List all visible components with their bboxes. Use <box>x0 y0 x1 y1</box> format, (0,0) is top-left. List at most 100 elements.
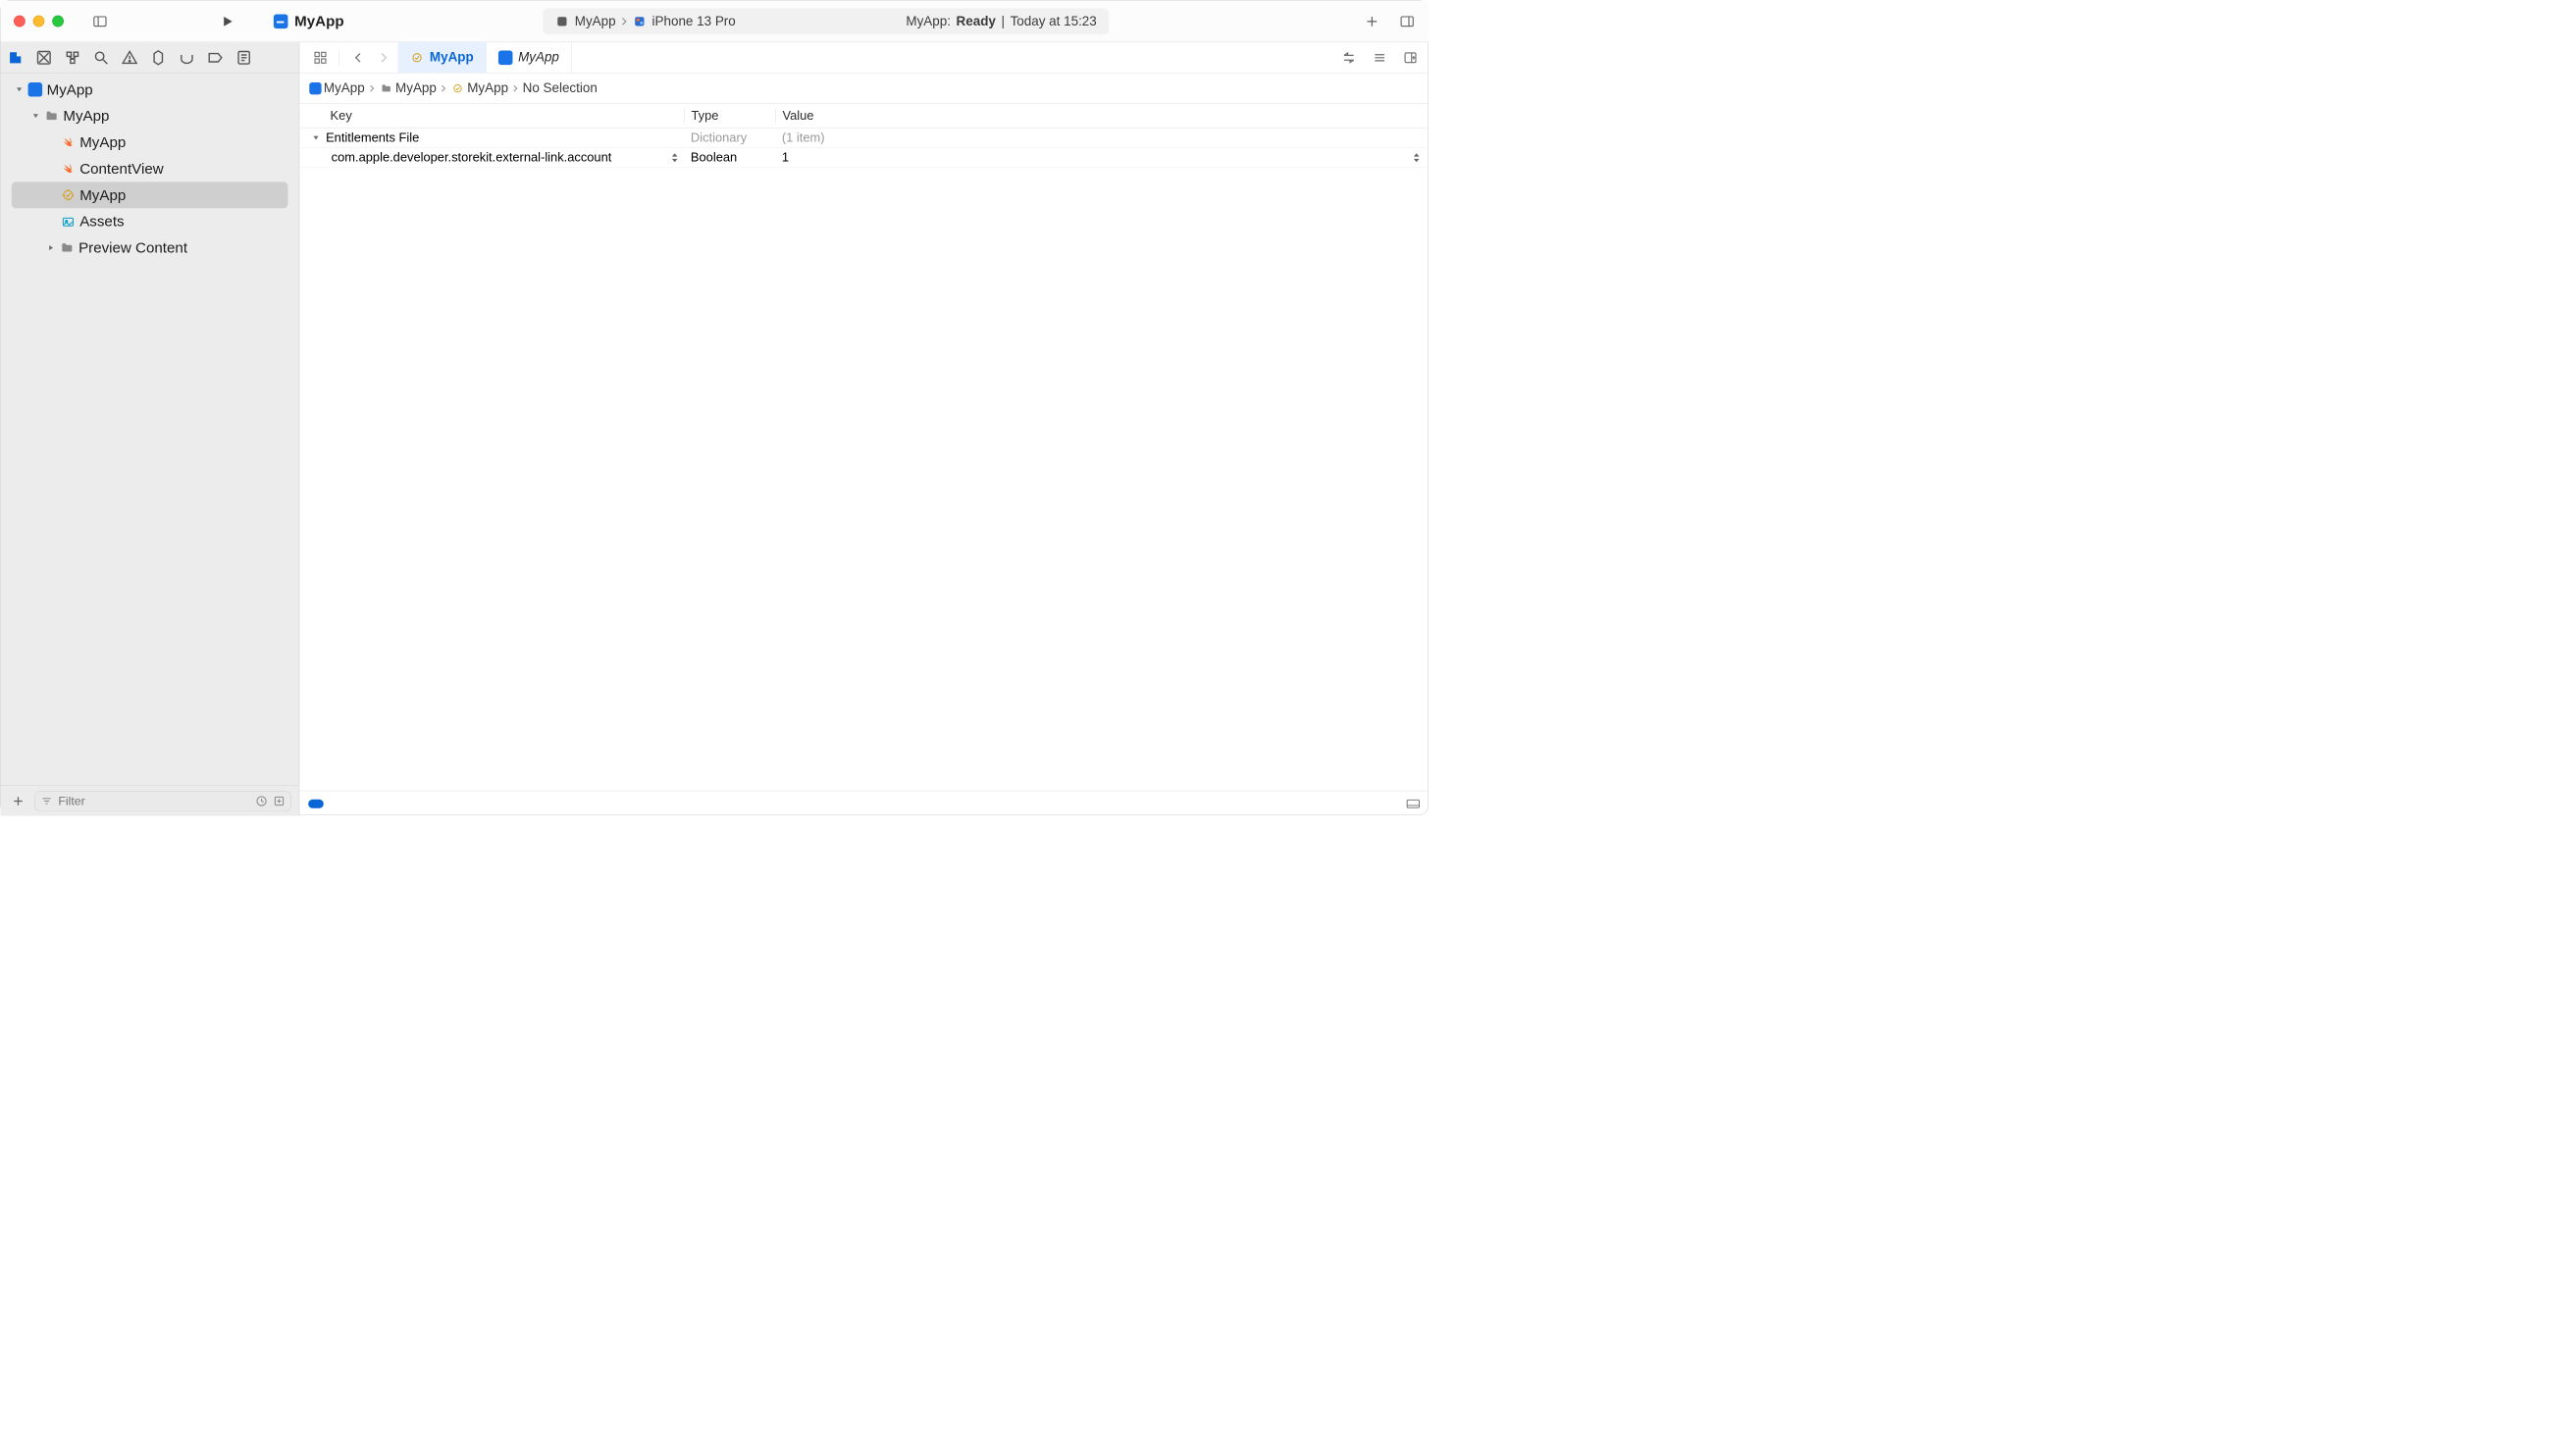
tree-folder-preview[interactable]: Preview Content <box>1 234 299 261</box>
plist-value: (1 item) <box>782 130 825 145</box>
navigator-bottom-bar <box>1 785 299 815</box>
status-sep: | <box>1001 14 1004 29</box>
nav-back-icon[interactable] <box>348 47 368 67</box>
disclosure-down-icon[interactable] <box>309 131 322 144</box>
tree-item-label: MyApp <box>79 133 126 150</box>
scheme-app-name: MyApp <box>575 14 616 29</box>
folder-icon <box>379 81 393 96</box>
window-minimize[interactable] <box>33 16 45 27</box>
swift-file-icon <box>61 135 76 150</box>
editor-area: MyApp MyApp MyApp <box>299 42 1429 815</box>
entitlements-file-icon <box>410 50 425 65</box>
device-name: iPhone 13 Pro <box>652 14 736 29</box>
navigator-tabs <box>1 42 299 73</box>
tree-item-swift[interactable]: ContentView <box>1 155 299 182</box>
tree-group[interactable]: MyApp <box>1 103 299 130</box>
plist-type[interactable]: Boolean <box>684 150 775 165</box>
crumb[interactable]: No Selection <box>523 80 598 96</box>
window-zoom[interactable] <box>52 16 64 27</box>
issue-navigator-icon[interactable] <box>122 49 138 66</box>
related-items-icon[interactable] <box>310 47 330 67</box>
tab-label: MyApp <box>518 50 559 66</box>
chevron-right-icon <box>439 84 448 92</box>
entitlements-file-icon <box>450 81 465 96</box>
tree-root-label: MyApp <box>47 81 93 98</box>
assets-icon <box>61 214 76 229</box>
plist-header: Key Type Value <box>299 104 1429 129</box>
chevron-right-icon <box>510 84 520 92</box>
col-value-header[interactable]: Value <box>775 108 1429 123</box>
library-toggle-icon[interactable] <box>1397 11 1417 30</box>
line-column-icon[interactable] <box>1406 798 1421 808</box>
disclosure-down-icon[interactable] <box>13 83 26 96</box>
plist-value[interactable]: 1 <box>782 150 789 165</box>
col-key-header[interactable]: Key <box>299 108 684 123</box>
chevron-right-icon <box>367 84 377 92</box>
app-icon <box>498 50 513 65</box>
symbol-navigator-icon[interactable] <box>65 49 81 66</box>
adjust-editor-options-icon[interactable] <box>1370 47 1389 67</box>
chevron-right-icon <box>621 17 627 26</box>
project-navigator-icon[interactable] <box>7 49 24 66</box>
tree-item-assets[interactable]: Assets <box>1 208 299 234</box>
tree-item-label: MyApp <box>79 186 126 203</box>
add-file-icon[interactable] <box>8 791 27 810</box>
status-time: Today at 15:23 <box>1011 14 1097 29</box>
scheme-status-pill[interactable]: MyApp iPhone 13 Pro MyApp: Ready | Today… <box>543 8 1109 34</box>
crumb[interactable]: MyApp <box>467 80 508 96</box>
source-control-navigator-icon[interactable] <box>35 49 52 66</box>
nav-forward-icon[interactable] <box>374 47 393 67</box>
tree-item-label: ContentView <box>79 160 163 177</box>
navigator-sidebar: MyApp MyApp MyApp <box>1 42 300 815</box>
plist-root-row[interactable]: Entitlements File Dictionary (1 item) <box>299 128 1429 147</box>
breakpoint-navigator-icon[interactable] <box>207 49 224 66</box>
tab-entitlements[interactable]: MyApp <box>397 42 486 73</box>
crumb[interactable]: MyApp <box>324 80 365 96</box>
disclosure-down-icon[interactable] <box>29 109 42 122</box>
window-close[interactable] <box>14 16 26 27</box>
tab-label: MyApp <box>430 50 474 66</box>
run-button[interactable] <box>218 11 237 30</box>
status-ready: Ready <box>957 14 996 29</box>
breakpoint-toggle[interactable] <box>308 800 324 808</box>
stepper-icon[interactable] <box>671 152 684 163</box>
debug-navigator-icon[interactable] <box>179 49 195 66</box>
add-tab-icon[interactable] <box>1362 11 1381 30</box>
report-navigator-icon[interactable] <box>235 49 252 66</box>
editor-tabbar: MyApp MyApp <box>299 42 1429 73</box>
disclosure-right-icon[interactable] <box>44 241 57 254</box>
app-icon <box>309 82 321 94</box>
folder-icon <box>44 109 59 124</box>
entitlements-file-icon <box>61 188 76 203</box>
tree-group-label: MyApp <box>63 107 109 124</box>
stepper-icon[interactable] <box>1413 152 1421 163</box>
tree-item-swift[interactable]: MyApp <box>1 130 299 156</box>
jump-bar[interactable]: MyApp MyApp MyApp No Selection <box>299 73 1429 103</box>
folder-icon <box>60 240 75 255</box>
tree-item-label: Preview Content <box>78 239 187 256</box>
editor-bottom-bar <box>299 791 1429 816</box>
tree-item-entitlements[interactable]: MyApp <box>12 182 288 208</box>
crumb[interactable]: MyApp <box>395 80 437 96</box>
add-editor-icon[interactable] <box>1400 47 1420 67</box>
tab-project[interactable]: MyApp <box>487 42 572 73</box>
recent-filter-icon[interactable] <box>255 795 267 806</box>
plist-key: Entitlements File <box>326 130 419 145</box>
test-navigator-icon[interactable] <box>150 49 167 66</box>
scm-filter-icon[interactable] <box>273 795 285 806</box>
traffic-lights <box>14 16 64 27</box>
col-type-header[interactable]: Type <box>684 108 775 123</box>
sidebar-toggle-icon[interactable] <box>90 11 110 30</box>
filter-field[interactable] <box>34 791 291 810</box>
tree-root[interactable]: MyApp <box>1 77 299 103</box>
plist-row[interactable]: com.apple.developer.storekit.external-li… <box>299 148 1429 168</box>
scheme-app-icon <box>555 14 570 28</box>
filter-icon <box>40 795 52 806</box>
find-navigator-icon[interactable] <box>93 49 110 66</box>
review-changes-icon[interactable] <box>1339 47 1359 67</box>
filter-input[interactable] <box>58 794 249 808</box>
plist-key: com.apple.developer.storekit.external-li… <box>332 150 612 165</box>
plist-type: Dictionary <box>684 130 775 145</box>
swift-file-icon <box>61 162 76 177</box>
device-icon <box>632 14 647 28</box>
